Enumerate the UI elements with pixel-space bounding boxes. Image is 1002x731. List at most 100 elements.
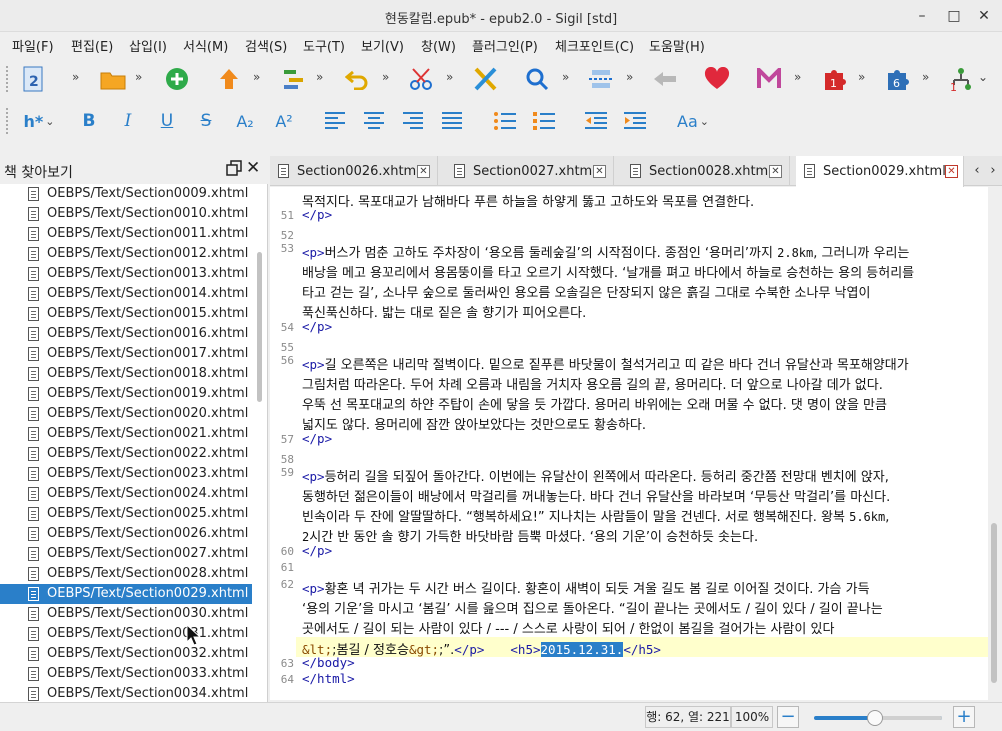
tab-close-icon[interactable]: ✕ [769, 165, 782, 178]
file-tree-scrollbar[interactable] [256, 184, 264, 702]
tab-scroll-left-icon[interactable]: ‹ [970, 160, 984, 182]
tab-scroll-right-icon[interactable]: › [986, 160, 1000, 182]
indent-icon[interactable] [620, 106, 650, 136]
clean-code-icon[interactable] [471, 64, 501, 94]
metadata-editor-icon[interactable] [754, 64, 784, 94]
tree-item[interactable]: OEBPS/Text/Section0027.xhtml [0, 544, 252, 564]
close-window-button[interactable]: ✕ [972, 4, 996, 28]
numbered-list-icon[interactable] [529, 106, 559, 136]
tree-item[interactable]: OEBPS/Text/Section0015.xhtml [0, 304, 252, 324]
tree-item[interactable]: OEBPS/Text/Section0009.xhtml [0, 184, 252, 204]
toolbar-extension-chevron[interactable]: » [562, 70, 569, 84]
tree-item[interactable]: OEBPS/Text/Section0017.xhtml [0, 344, 252, 364]
tree-item[interactable]: OEBPS/Text/Section0028.xhtml [0, 564, 252, 584]
menu-file[interactable]: 파일(F) [12, 36, 54, 55]
zoom-in-button[interactable]: + [953, 706, 975, 728]
tab-section0026[interactable]: Section0026.xhtml ✕ [270, 156, 438, 186]
align-left-icon[interactable] [320, 106, 350, 136]
menu-plugins[interactable]: 플러그인(P) [472, 36, 538, 55]
tree-item[interactable]: OEBPS/Text/Section0034.xhtml [0, 684, 252, 702]
float-panel-icon[interactable] [226, 160, 242, 176]
epub-version-icon[interactable]: 2 [18, 64, 48, 94]
underline-button[interactable]: U [152, 106, 182, 136]
insert-break-icon[interactable] [586, 64, 616, 94]
selected-text[interactable]: 2015.12.31. [540, 642, 624, 657]
bullet-list-icon[interactable] [490, 106, 520, 136]
tree-item[interactable]: OEBPS/Text/Section0010.xhtml [0, 204, 252, 224]
tree-item[interactable]: OEBPS/Text/Section0026.xhtml [0, 524, 252, 544]
tree-item[interactable]: OEBPS/Text/Section0016.xhtml [0, 324, 252, 344]
scrollbar-thumb[interactable] [257, 252, 262, 402]
tree-item[interactable]: OEBPS/Text/Section0012.xhtml [0, 244, 252, 264]
toolbar-dropdown-chevron[interactable]: ⌄ [978, 70, 988, 84]
heart-icon[interactable] [702, 64, 732, 94]
tab-section0029[interactable]: Section0029.xhtml ✕ [796, 156, 964, 187]
menu-tools[interactable]: 도구(T) [303, 36, 345, 55]
tab-section0027[interactable]: Section0027.xhtml ✕ [446, 156, 614, 186]
tree-item[interactable]: OEBPS/Text/Section0011.xhtml [0, 224, 252, 244]
tab-close-icon[interactable]: ✕ [417, 165, 430, 178]
plugin-red-icon[interactable]: 1 [820, 64, 850, 94]
tree-item[interactable]: OEBPS/Text/Section0025.xhtml [0, 504, 252, 524]
text-case-dropdown[interactable]: Aa ⌄ [672, 106, 714, 136]
tab-close-icon[interactable]: ✕ [593, 165, 606, 178]
tree-item[interactable]: OEBPS/Text/Section0023.xhtml [0, 464, 252, 484]
menu-view[interactable]: 보기(V) [361, 36, 404, 55]
toolbar-extension-chevron[interactable]: » [626, 70, 633, 84]
tree-item[interactable]: OEBPS/Text/Section0014.xhtml [0, 284, 252, 304]
tree-item[interactable]: OEBPS/Text/Section0021.xhtml [0, 424, 252, 444]
menu-window[interactable]: 창(W) [421, 36, 456, 55]
close-panel-icon[interactable]: ✕ [246, 158, 260, 178]
italic-button[interactable]: I [113, 106, 143, 136]
plugin-tree-icon[interactable]: 1 [946, 64, 976, 94]
bold-button[interactable]: B [74, 106, 104, 136]
zoom-out-button[interactable]: − [777, 706, 799, 728]
tree-item[interactable]: OEBPS/Text/Section0030.xhtml [0, 604, 252, 624]
strikethrough-button[interactable]: S [191, 106, 221, 136]
menu-help[interactable]: 도움말(H) [649, 36, 705, 55]
back-arrow-icon[interactable] [650, 64, 680, 94]
open-folder-icon[interactable] [98, 64, 128, 94]
toolbar-extension-chevron[interactable]: » [446, 70, 453, 84]
toolbar-extension-chevron[interactable]: » [72, 70, 79, 84]
toolbar-extension-chevron[interactable]: » [858, 70, 865, 84]
menu-format[interactable]: 서식(M) [183, 36, 228, 55]
toolbar-extension-chevron[interactable]: » [316, 70, 323, 84]
subscript-button[interactable]: A₂ [230, 106, 260, 136]
menu-checkpoints[interactable]: 체크포인트(C) [555, 36, 634, 55]
maximize-button[interactable]: □ [942, 4, 966, 28]
toolbar-extension-chevron[interactable]: » [135, 70, 142, 84]
outdent-icon[interactable] [581, 106, 611, 136]
tree-item[interactable]: OEBPS/Text/Section0033.xhtml [0, 664, 252, 684]
align-right-icon[interactable] [398, 106, 428, 136]
plugin-blue-icon[interactable]: 6 [883, 64, 913, 94]
editor-scrollbar[interactable] [988, 187, 1000, 700]
add-file-icon[interactable] [162, 64, 192, 94]
tree-item[interactable]: OEBPS/Text/Section0020.xhtml [0, 404, 252, 424]
toolbar-grip[interactable] [6, 108, 9, 134]
tree-item[interactable]: OEBPS/Text/Section0022.xhtml [0, 444, 252, 464]
file-tree[interactable]: OEBPS/Text/Section0009.xhtml OEBPS/Text/S… [0, 184, 254, 702]
zoom-slider-handle[interactable] [867, 710, 883, 726]
scrollbar-thumb[interactable] [991, 523, 997, 683]
search-icon[interactable] [522, 64, 552, 94]
tree-item[interactable]: OEBPS/Text/Section0013.xhtml [0, 264, 252, 284]
tree-item[interactable]: OEBPS/Text/Section0018.xhtml [0, 364, 252, 384]
align-center-icon[interactable] [359, 106, 389, 136]
tree-item[interactable]: OEBPS/Text/Section0032.xhtml [0, 644, 252, 664]
toolbar-extension-chevron[interactable]: » [382, 70, 389, 84]
menu-edit[interactable]: 편집(E) [71, 36, 113, 55]
tab-close-icon[interactable]: ✕ [945, 165, 958, 178]
align-justify-icon[interactable] [437, 106, 467, 136]
menu-search[interactable]: 검색(S) [245, 36, 287, 55]
cut-icon[interactable] [406, 64, 436, 94]
split-section-icon[interactable] [278, 64, 308, 94]
toolbar-extension-chevron[interactable]: » [253, 70, 260, 84]
undo-icon[interactable] [342, 64, 372, 94]
tree-item[interactable]: OEBPS/Text/Section0019.xhtml [0, 384, 252, 404]
tab-section0028[interactable]: Section0028.xhtml ✕ [622, 156, 790, 186]
heading-dropdown[interactable]: h* ⌄ [18, 106, 60, 136]
menu-insert[interactable]: 삽입(I) [129, 36, 167, 55]
move-up-icon[interactable] [214, 64, 244, 94]
tree-item[interactable]: OEBPS/Text/Section0031.xhtml [0, 624, 252, 644]
